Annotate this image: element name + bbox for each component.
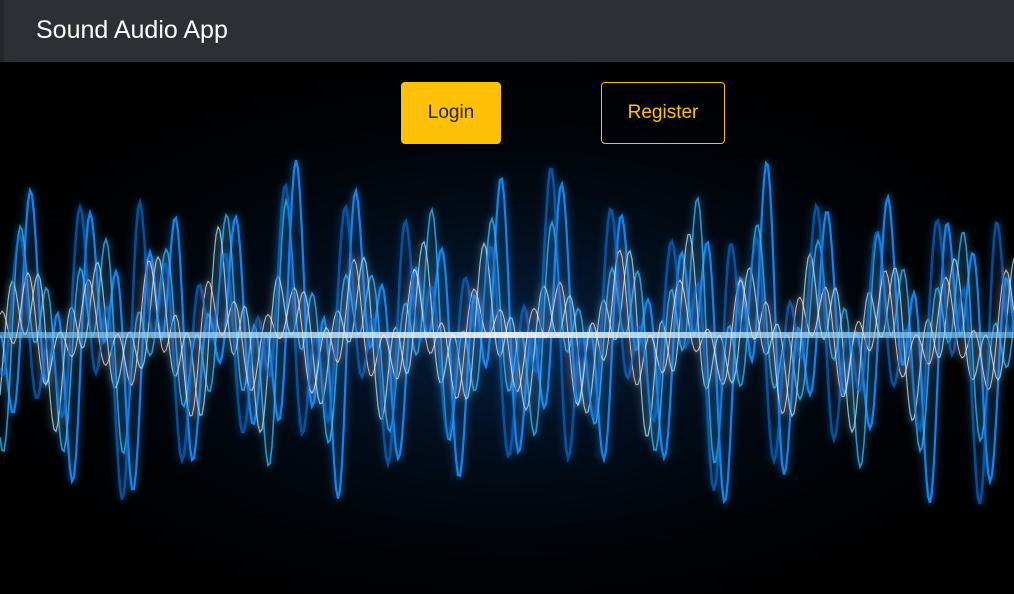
login-button[interactable]: Login xyxy=(401,82,501,144)
register-button[interactable]: Register xyxy=(601,82,725,144)
app-brand[interactable]: Sound Audio App xyxy=(36,15,228,45)
sound-wave-image xyxy=(0,62,1014,594)
wave-center-line xyxy=(0,332,1014,338)
navbar: Sound Audio App xyxy=(0,0,1014,62)
hero-sound-wave-background xyxy=(0,62,1014,594)
